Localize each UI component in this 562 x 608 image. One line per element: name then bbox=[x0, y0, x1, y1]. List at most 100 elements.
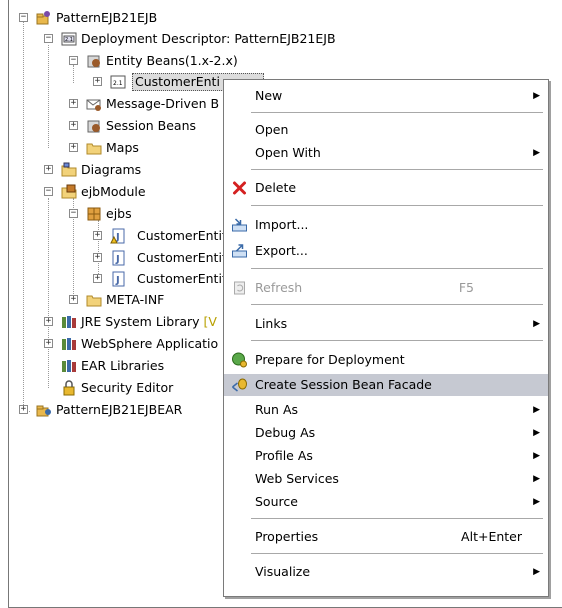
source-folder-icon bbox=[61, 184, 77, 199]
java-file-icon: J bbox=[112, 271, 125, 287]
package-icon bbox=[87, 207, 101, 221]
menu-item-import[interactable]: Import... bbox=[224, 214, 548, 236]
tree-guide-dd bbox=[48, 45, 49, 148]
svg-text:2.1: 2.1 bbox=[113, 80, 123, 87]
submenu-arrow-icon: ▶ bbox=[533, 497, 540, 507]
collapse-icon[interactable]: − bbox=[44, 187, 53, 196]
submenu-arrow-icon: ▶ bbox=[533, 148, 540, 158]
menu-item-links[interactable]: Links ▶ bbox=[224, 313, 548, 335]
menu-item-delete[interactable]: Delete bbox=[224, 177, 548, 199]
maps-label: Maps bbox=[106, 140, 139, 155]
session-beans-label: Session Beans bbox=[106, 118, 197, 133]
menu-separator bbox=[251, 268, 543, 269]
mdb-label: Message-Driven B bbox=[106, 96, 220, 111]
library-icon bbox=[62, 360, 76, 372]
menu-item-open[interactable]: Open bbox=[224, 119, 548, 141]
expand-icon[interactable]: + bbox=[93, 253, 102, 262]
expand-icon[interactable]: + bbox=[69, 143, 78, 152]
collapse-icon[interactable]: − bbox=[19, 13, 28, 22]
menu-item-new[interactable]: New ▶ bbox=[224, 85, 548, 107]
menu-item-properties[interactable]: Properties Alt+Enter bbox=[224, 526, 548, 548]
submenu-arrow-icon: ▶ bbox=[533, 474, 540, 484]
menu-separator bbox=[251, 340, 543, 341]
lock-icon bbox=[63, 380, 75, 396]
websphere-label: WebSphere Applicatio bbox=[81, 336, 219, 351]
submenu-arrow-icon: ▶ bbox=[533, 319, 540, 329]
deployment-descriptor-icon: 2.1 bbox=[61, 32, 77, 46]
collapse-icon[interactable]: − bbox=[69, 56, 78, 65]
expand-icon[interactable]: + bbox=[93, 231, 102, 240]
context-menu: New ▶ Open Open With ▶ Delete Import... … bbox=[223, 79, 549, 597]
collapse-icon[interactable]: − bbox=[69, 209, 78, 218]
submenu-arrow-icon: ▶ bbox=[533, 91, 540, 101]
expand-icon[interactable]: + bbox=[44, 339, 53, 348]
expand-icon[interactable]: + bbox=[44, 317, 53, 326]
menu-separator bbox=[251, 112, 543, 113]
menu-item-source[interactable]: Source ▶ bbox=[224, 491, 548, 513]
session-bean-icon bbox=[87, 120, 100, 133]
session-facade-icon bbox=[232, 378, 247, 392]
refresh-icon bbox=[234, 281, 245, 295]
deployment-descriptor-label: Deployment Descriptor: PatternEJB21EJB bbox=[81, 31, 336, 46]
library-icon bbox=[62, 316, 76, 328]
folder-icon bbox=[86, 295, 102, 307]
expand-icon[interactable]: + bbox=[69, 121, 78, 130]
entity-bean-icon: 2.1 bbox=[110, 75, 126, 89]
tree-guide-root bbox=[23, 18, 24, 411]
java-file-label: CustomerEntit bbox=[137, 250, 227, 265]
expand-icon[interactable]: + bbox=[69, 99, 78, 108]
submenu-arrow-icon: ▶ bbox=[533, 428, 540, 438]
menu-item-visualize[interactable]: Visualize ▶ bbox=[224, 561, 548, 583]
svg-text:J: J bbox=[115, 275, 120, 286]
menu-separator bbox=[251, 518, 543, 519]
tree-guide-ejbs bbox=[98, 220, 99, 278]
security-editor-label: Security Editor bbox=[81, 380, 174, 395]
meta-inf-label: META-INF bbox=[106, 292, 165, 307]
expand-icon[interactable]: + bbox=[93, 274, 102, 283]
bean-folder-icon bbox=[87, 55, 100, 68]
menu-separator bbox=[251, 304, 543, 305]
project-ear-label: PatternEJB21EJBEAR bbox=[56, 402, 183, 417]
expand-icon[interactable]: + bbox=[69, 295, 78, 304]
library-icon bbox=[62, 338, 76, 350]
menu-item-refresh[interactable]: Refresh F5 bbox=[224, 277, 548, 299]
java-file-icon: J bbox=[112, 250, 125, 266]
menu-separator bbox=[251, 553, 543, 554]
menu-item-prepare-deployment[interactable]: Prepare for Deployment bbox=[224, 349, 548, 371]
menu-separator bbox=[251, 205, 543, 206]
jre-label: JRE System Library [V bbox=[81, 314, 217, 329]
ejb-project-icon bbox=[36, 11, 50, 25]
message-bean-icon bbox=[86, 99, 101, 111]
ear-libraries-label: EAR Libraries bbox=[81, 358, 165, 373]
prepare-deployment-icon bbox=[232, 352, 247, 368]
import-icon bbox=[232, 218, 247, 232]
tree-guide-ejbmodule bbox=[48, 198, 49, 388]
ear-project-icon bbox=[36, 405, 51, 417]
menu-item-create-session-bean-facade[interactable]: Create Session Bean Facade bbox=[224, 374, 548, 396]
expand-icon[interactable]: + bbox=[19, 405, 28, 414]
submenu-arrow-icon: ▶ bbox=[533, 451, 540, 461]
collapse-icon[interactable]: − bbox=[44, 34, 53, 43]
svg-text:J: J bbox=[115, 254, 120, 265]
menu-item-open-with[interactable]: Open With ▶ bbox=[224, 142, 548, 164]
expand-icon[interactable]: + bbox=[93, 77, 102, 86]
java-file-label: CustomerEntit bbox=[137, 228, 227, 243]
menu-item-export[interactable]: Export... bbox=[224, 240, 548, 262]
delete-icon bbox=[233, 181, 246, 195]
diagrams-folder-icon bbox=[61, 162, 77, 177]
menu-item-run-as[interactable]: Run As ▶ bbox=[224, 399, 548, 421]
java-file-label: CustomerEntit bbox=[137, 271, 227, 286]
svg-text:2.1: 2.1 bbox=[65, 37, 73, 43]
tree-guide-entity bbox=[73, 65, 74, 83]
project-ejb-label: PatternEJB21EJB bbox=[56, 10, 158, 25]
java-file-warning-icon: J bbox=[110, 228, 125, 244]
submenu-arrow-icon: ▶ bbox=[533, 405, 540, 415]
menu-item-profile-as[interactable]: Profile As ▶ bbox=[224, 445, 548, 467]
expand-icon[interactable]: + bbox=[44, 165, 53, 174]
menu-item-web-services[interactable]: Web Services ▶ bbox=[224, 468, 548, 490]
ejbs-label: ejbs bbox=[106, 206, 132, 221]
submenu-arrow-icon: ▶ bbox=[533, 567, 540, 577]
menu-item-debug-as[interactable]: Debug As ▶ bbox=[224, 422, 548, 444]
export-icon bbox=[232, 244, 247, 258]
diagrams-label: Diagrams bbox=[81, 162, 142, 177]
